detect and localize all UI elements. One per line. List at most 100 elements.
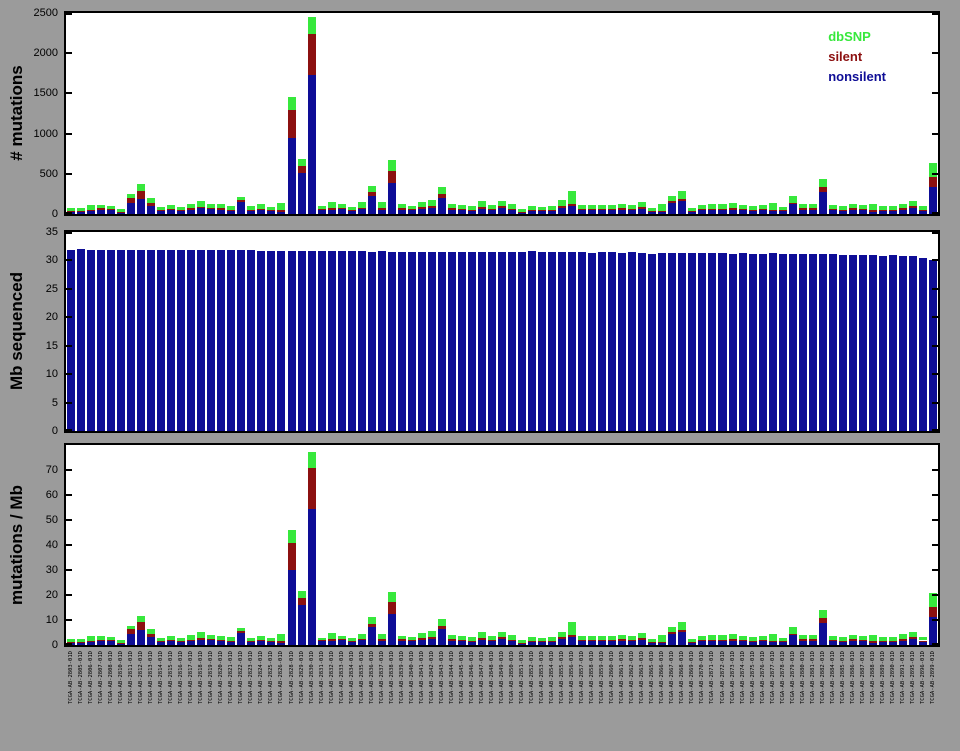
bar-segment-dbSNP: [227, 637, 235, 641]
bar-segment-silent: [227, 210, 235, 211]
bar-segment-silent: [729, 639, 737, 641]
sample-label: TCGA-AB-2859-01D: [597, 651, 607, 751]
sample-bar: [468, 206, 476, 214]
sample-label: TCGA-AB-2841-01D: [417, 651, 427, 751]
bar-segment-nonsilent: [688, 643, 696, 645]
sample-bar: [839, 255, 847, 431]
sample-bar: [408, 206, 416, 214]
bar-segment-silent: [929, 177, 937, 187]
sample-bar: [177, 207, 185, 214]
sample-bar: [107, 206, 115, 214]
bar-segment-silent: [658, 211, 666, 212]
bar-segment-nonsilent: [87, 641, 95, 645]
bar-segment-silent: [578, 640, 586, 641]
y-tick-mark: [932, 643, 938, 645]
bar-segment-nonsilent: [157, 211, 165, 214]
bar-segment-nonsilent: [678, 632, 686, 645]
sample-bar: [267, 251, 275, 431]
bar-segment-nonsilent: [318, 641, 326, 645]
bar-segment-silent: [779, 641, 787, 642]
bar-segment-Mb sequenced: [338, 251, 346, 431]
bar-segment-nonsilent: [779, 211, 787, 214]
bar-segment-dbSNP: [398, 204, 406, 207]
bar-segment-nonsilent: [899, 641, 907, 645]
bar-segment-dbSNP: [438, 187, 446, 194]
sample-bar: [678, 253, 686, 431]
bar-segment-silent: [588, 640, 596, 641]
bar-segment-dbSNP: [167, 636, 175, 640]
bar-segment-nonsilent: [418, 640, 426, 645]
sample-bar: [789, 254, 797, 431]
bar-segment-Mb sequenced: [398, 252, 406, 431]
bar-segment-nonsilent: [729, 210, 737, 214]
bar-segment-dbSNP: [638, 633, 646, 639]
y-tick-mark: [932, 429, 938, 431]
sample-bar: [308, 251, 316, 431]
bar-segment-silent: [418, 638, 426, 640]
bar-segment-nonsilent: [197, 640, 205, 645]
bar-segment-dbSNP: [919, 637, 927, 641]
bar-segment-silent: [197, 207, 205, 209]
sample-bar: [718, 635, 726, 645]
sample-bar: [879, 256, 887, 431]
bar-segment-dbSNP: [418, 633, 426, 638]
bar-segment-Mb sequenced: [749, 254, 757, 431]
bar-segment-Mb sequenced: [548, 252, 556, 431]
sample-bar: [498, 632, 506, 645]
bar-segment-Mb sequenced: [177, 250, 185, 431]
bar-segment-dbSNP: [759, 205, 767, 209]
bar-segment-silent: [498, 637, 506, 639]
bar-segment-dbSNP: [277, 634, 285, 642]
bar-segment-dbSNP: [117, 209, 125, 213]
bar-segment-dbSNP: [678, 622, 686, 630]
bar-segment-nonsilent: [929, 617, 937, 645]
bar-segment-Mb sequenced: [358, 251, 366, 431]
bar-segment-nonsilent: [87, 210, 95, 214]
bar-segment-silent: [288, 543, 296, 570]
sample-bar: [508, 252, 516, 431]
sample-label: TCGA-AB-2835-01D: [357, 651, 367, 751]
y-tick-mark: [66, 345, 72, 347]
bar-segment-dbSNP: [348, 207, 356, 209]
y-tick-mark: [932, 402, 938, 404]
bar-segment-Mb sequenced: [518, 252, 526, 431]
bar-segment-silent: [338, 639, 346, 640]
sample-bar: [528, 206, 536, 214]
y-tick-label: 60: [12, 490, 58, 501]
sample-label: TCGA-AB-2872-01D: [718, 651, 728, 751]
bar-segment-dbSNP: [458, 636, 466, 640]
sample-bar: [97, 636, 105, 645]
sample-label: TCGA-AB-2825-01D: [266, 651, 276, 751]
y-tick-mark: [66, 494, 72, 496]
sample-bar: [107, 637, 115, 645]
bar-segment-dbSNP: [628, 205, 636, 209]
bar-segment-Mb sequenced: [839, 255, 847, 431]
bar-segment-nonsilent: [638, 209, 646, 214]
sample-bar: [177, 638, 185, 645]
sample-label: TCGA-AB-2876-01D: [758, 651, 768, 751]
bar-segment-silent: [267, 210, 275, 211]
bar-segment-silent: [628, 209, 636, 210]
bar-segment-Mb sequenced: [688, 253, 696, 431]
bar-segment-silent: [809, 208, 817, 210]
bar-segment-nonsilent: [558, 639, 566, 645]
bar-segment-Mb sequenced: [769, 253, 777, 431]
bar-segment-Mb sequenced: [578, 252, 586, 431]
sample-bar: [338, 251, 346, 431]
bar-segment-nonsilent: [227, 642, 235, 645]
bar-segment-nonsilent: [769, 642, 777, 645]
bar-segment-silent: [328, 208, 336, 210]
bar-segment-dbSNP: [548, 206, 556, 210]
bar-segment-nonsilent: [628, 210, 636, 214]
bar-segment-Mb sequenced: [869, 255, 877, 431]
bar-segment-dbSNP: [919, 206, 927, 210]
sample-bar: [819, 254, 827, 431]
sample-bar: [448, 635, 456, 645]
bar-segment-silent: [628, 640, 636, 641]
bar-segment-Mb sequenced: [859, 255, 867, 431]
bar-segment-dbSNP: [819, 179, 827, 187]
bar-segment-dbSNP: [568, 622, 576, 635]
bar-segment-silent: [97, 208, 105, 209]
sample-label: TCGA-AB-2854-01D: [547, 651, 557, 751]
bar-segment-nonsilent: [418, 209, 426, 214]
